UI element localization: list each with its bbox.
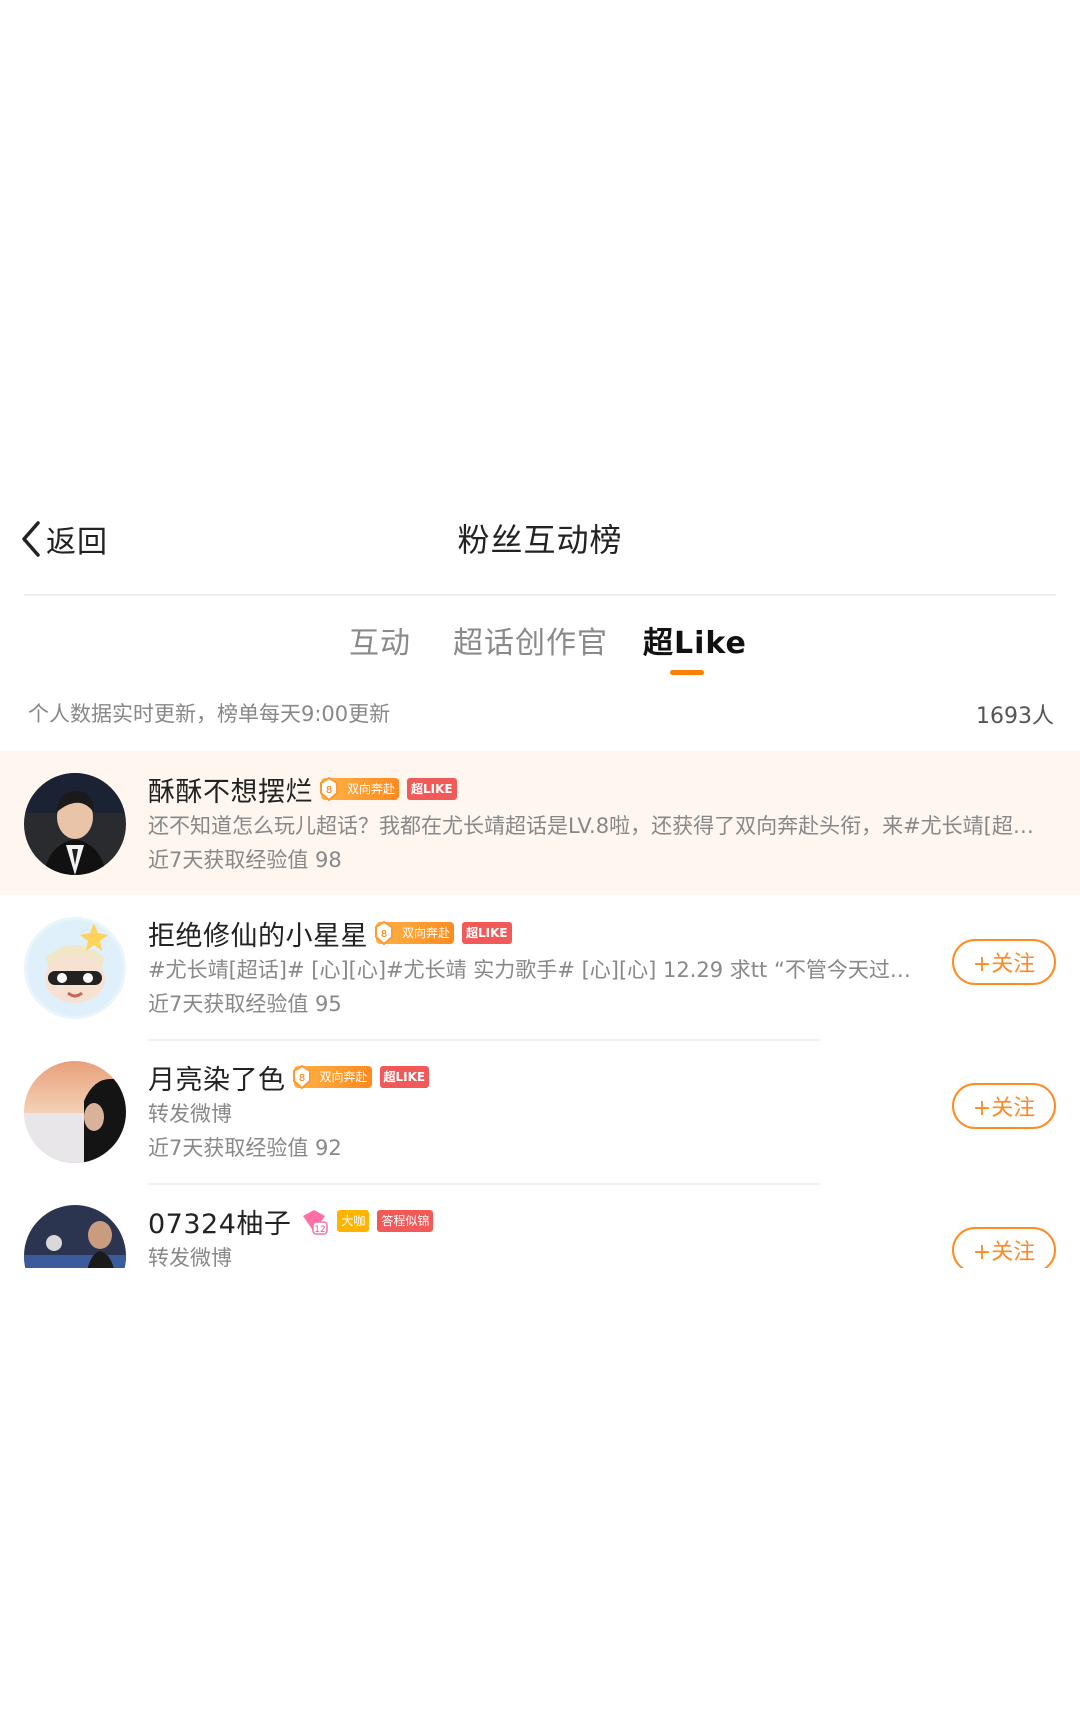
super-like-badge: 超LIKE: [379, 1066, 430, 1088]
super-like-badge: 超LIKE: [407, 778, 457, 800]
exp-value: 近7天获取经验值 98: [148, 848, 342, 872]
username[interactable]: 07324柚子: [148, 1202, 291, 1241]
name-line: 07324柚子 12 大咖 答程似锦: [148, 1202, 434, 1241]
gem-icon: 8: [315, 775, 343, 803]
svg-text:8: 8: [326, 785, 332, 796]
follow-button[interactable]: +关注: [952, 1227, 1056, 1268]
exp-value: 近7天获取经验值 92: [148, 1136, 342, 1160]
big-badge: 大咖: [337, 1210, 370, 1232]
list-item[interactable]: 拒绝修仙的小星星 8 双向奔赴 超LIKE #尤长靖[超话]# [心][心]#尤…: [0, 895, 1080, 1039]
title-badge: 答程似锦: [377, 1210, 434, 1232]
avatar[interactable]: [24, 917, 126, 1019]
dual-badge: 8 双向奔赴: [375, 920, 455, 946]
username[interactable]: 酥酥不想摆烂: [148, 770, 313, 809]
svg-text:8: 8: [298, 1073, 304, 1084]
username[interactable]: 月亮染了色: [148, 1058, 286, 1097]
post-excerpt[interactable]: #尤长靖[超话]# [心][心]#尤长靖 实力歌手# [心][心] 12.29 …: [148, 954, 928, 984]
dual-badge-label: 双向奔赴: [319, 1070, 368, 1084]
level-gem-icon: 12: [299, 1206, 329, 1236]
list-item[interactable]: 07324柚子 12 大咖 答程似锦 转发微博 +关注: [0, 1183, 1080, 1268]
name-line: 酥酥不想摆烂 8 双向奔赴 超LIKE: [148, 770, 457, 809]
avatar[interactable]: [24, 1205, 126, 1268]
follow-button[interactable]: +关注: [952, 1083, 1056, 1129]
list-clip: 酥酥不想摆烂 8 双向奔赴 超LIKE 还不知道怎么玩儿超话？我都在尤长靖超话是…: [0, 0, 1080, 1268]
dual-badge: 8 双向奔赴: [292, 1064, 372, 1090]
gem-icon: 8: [288, 1063, 316, 1091]
dual-badge-label: 双向奔赴: [402, 926, 451, 940]
post-excerpt[interactable]: 转发微博: [148, 1242, 928, 1268]
follow-button[interactable]: +关注: [952, 939, 1056, 985]
avatar[interactable]: [24, 773, 126, 875]
username[interactable]: 拒绝修仙的小星星: [148, 914, 368, 953]
name-line: 拒绝修仙的小星星 8 双向奔赴 超LIKE: [148, 914, 512, 953]
name-line: 月亮染了色 8 双向奔赴 超LIKE: [148, 1058, 430, 1097]
svg-text:8: 8: [381, 929, 387, 940]
svg-text:12: 12: [315, 1225, 326, 1235]
list-item[interactable]: 月亮染了色 8 双向奔赴 超LIKE 转发微博 近7天获取经验值 92 +关注: [0, 1039, 1080, 1183]
post-excerpt[interactable]: 还不知道怎么玩儿超话？我都在尤长靖超话是LV.8啦，还获得了双向奔赴头衔，来#尤…: [148, 810, 1048, 840]
list-item[interactable]: 酥酥不想摆烂 8 双向奔赴 超LIKE 还不知道怎么玩儿超话？我都在尤长靖超话是…: [0, 751, 1080, 895]
super-like-badge: 超LIKE: [462, 922, 512, 944]
dual-badge-label: 双向奔赴: [347, 782, 396, 796]
post-excerpt[interactable]: 转发微博: [148, 1098, 928, 1128]
dual-badge: 8 双向奔赴: [320, 776, 400, 802]
exp-value: 近7天获取经验值 95: [148, 992, 342, 1016]
app-screen: 返回 粉丝互动榜 互动 超话创作官 超Like 个人数据实时更新，榜单每天9:0…: [0, 0, 1080, 1728]
avatar[interactable]: [24, 1061, 126, 1163]
gem-icon: 8: [370, 919, 398, 947]
